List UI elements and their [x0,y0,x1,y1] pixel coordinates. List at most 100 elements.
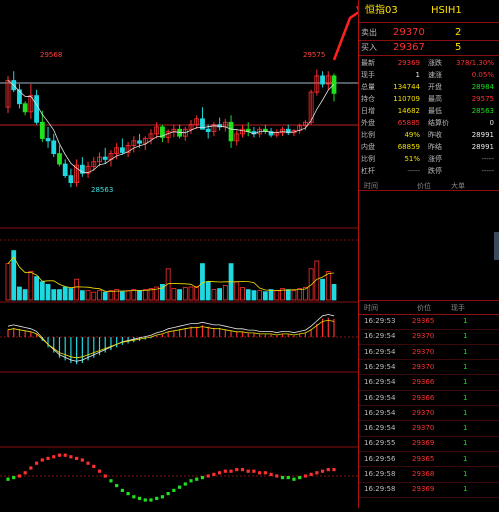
stat-value: ----- [407,167,420,175]
oscillator-dot [263,471,267,475]
oscillator-dot [246,469,250,473]
volume-bar [17,286,22,301]
oscillator-dot [137,496,142,500]
tick-size: 1 [463,378,468,387]
stat-label: 内盘 [361,143,375,151]
stat-label: 总量 [361,83,375,91]
volume-bar [97,290,102,301]
ask-volume: 2 [455,27,462,38]
oscillator-dot [177,485,182,489]
oscillator-dot [286,476,290,480]
volume-bar [171,288,177,301]
candle-body [57,153,62,165]
instrument-header: 恒指03 HSIH1 [359,3,499,19]
tick-time: 16:29:54 [364,408,396,417]
volume-bar [131,289,137,301]
tick-row[interactable]: 16:29:56 29365 1 [359,453,499,466]
oscillator-dot [40,458,44,462]
tick-row[interactable]: 16:29:54 29370 1 [359,330,499,343]
bid-volume: 5 [455,42,462,53]
oscillator-dot [212,472,216,476]
chart-area[interactable]: 29568 28563 29575 [0,0,366,508]
oscillator-dot [235,468,239,472]
oscillator-dot [252,469,256,473]
oscillator-dot [57,453,62,457]
tick-size: 1 [463,439,468,448]
volume-bar [234,281,240,301]
high-price-label: 29568 [40,51,62,59]
quote-row: 总量 134744 开盘 28984 [359,81,499,93]
volume-bar [108,290,114,301]
volume-bar [297,288,303,301]
oscillator-dot [155,496,159,500]
oscillator-dot [103,474,107,478]
stat-label: 涨停 [428,155,442,163]
tick-price: 29368 [412,470,435,478]
tick-size: 1 [463,485,468,494]
stat-value: 29575 [471,95,494,103]
tick-size: 1 [463,332,468,341]
stat-label: 开盘 [428,83,442,91]
stat-value: 14682 [397,107,420,115]
volume-bar [205,281,211,301]
tick-row[interactable]: 16:29:54 29370 1 [359,422,499,435]
scrollbar-handle[interactable] [494,232,499,260]
stat-value: 28991 [471,143,494,151]
volume-bar [268,289,274,301]
oscillator-dot [315,471,319,475]
quote-row: 比例 51% 涨停 ----- [359,153,499,165]
tick-price: 29365 [412,454,435,463]
oscillator-dot [6,477,10,481]
volume-ma-line [7,256,335,292]
volume-bar [200,263,205,301]
volume-bar [74,278,80,301]
oscillator-dot [12,476,16,480]
bid-price: 29367 [393,42,425,53]
oscillator-dot [269,472,273,476]
tick-price: 29369 [412,485,435,494]
ask-label: 卖出 [361,28,377,37]
stat-label: 最高 [428,95,442,103]
oscillator-dot [326,468,330,472]
stat-value: 28984 [471,83,494,91]
candle-body [51,140,57,154]
stat-value: 0 [489,119,494,127]
ask-row[interactable]: 卖出 29370 2 [359,25,499,40]
tick-row[interactable]: 16:29:54 29366 1 [359,376,499,389]
volume-bar [262,291,268,301]
tick-row[interactable]: 16:29:54 29370 1 [359,346,499,359]
tick-price: 29370 [412,332,435,341]
quote-row: 最新 29369 涨跌 378/1.30% [359,57,499,69]
instrument-name: 恒指03 [365,5,398,16]
stat-label: 最新 [361,59,375,67]
candlestick-chart[interactable]: 29568 28563 29575 [0,0,366,508]
candle-body [45,138,51,142]
tick-size: 1 [463,347,468,356]
tick-price: 29370 [412,408,435,417]
oscillator-dot [126,492,130,496]
tick-row[interactable]: 16:29:54 29370 1 [359,361,499,374]
low-price-label: 28563 [91,186,113,194]
oscillator-dot [320,469,325,473]
stat-value: 1 [415,71,420,79]
oscillator-dot [143,498,147,502]
candle-body [62,163,68,177]
volume-bar [257,290,263,301]
oscillator-dot [132,495,136,499]
tick-row[interactable]: 16:29:54 29366 1 [359,392,499,405]
volume-bar [125,290,131,301]
tick-row[interactable]: 16:29:54 29370 1 [359,407,499,420]
high-price-label-right: 29575 [303,51,325,59]
stat-label: 速涨 [428,71,442,79]
tick-price: 29369 [412,439,435,448]
volume-bar [177,289,182,301]
oscillator-dot [92,464,96,468]
volume-bar [182,287,188,301]
quote-row: 现手 1 速涨 0.05% [359,69,499,81]
stat-value: 49% [404,131,420,139]
tick-row[interactable]: 16:29:58 29368 1 [359,468,499,481]
tick-row[interactable]: 16:29:58 29369 1 [359,483,499,496]
tick-row[interactable]: 16:29:53 29365 1 [359,315,499,328]
bid-row[interactable]: 买入 29367 5 [359,40,499,55]
tick-row[interactable]: 16:29:55 29369 1 [359,437,499,450]
